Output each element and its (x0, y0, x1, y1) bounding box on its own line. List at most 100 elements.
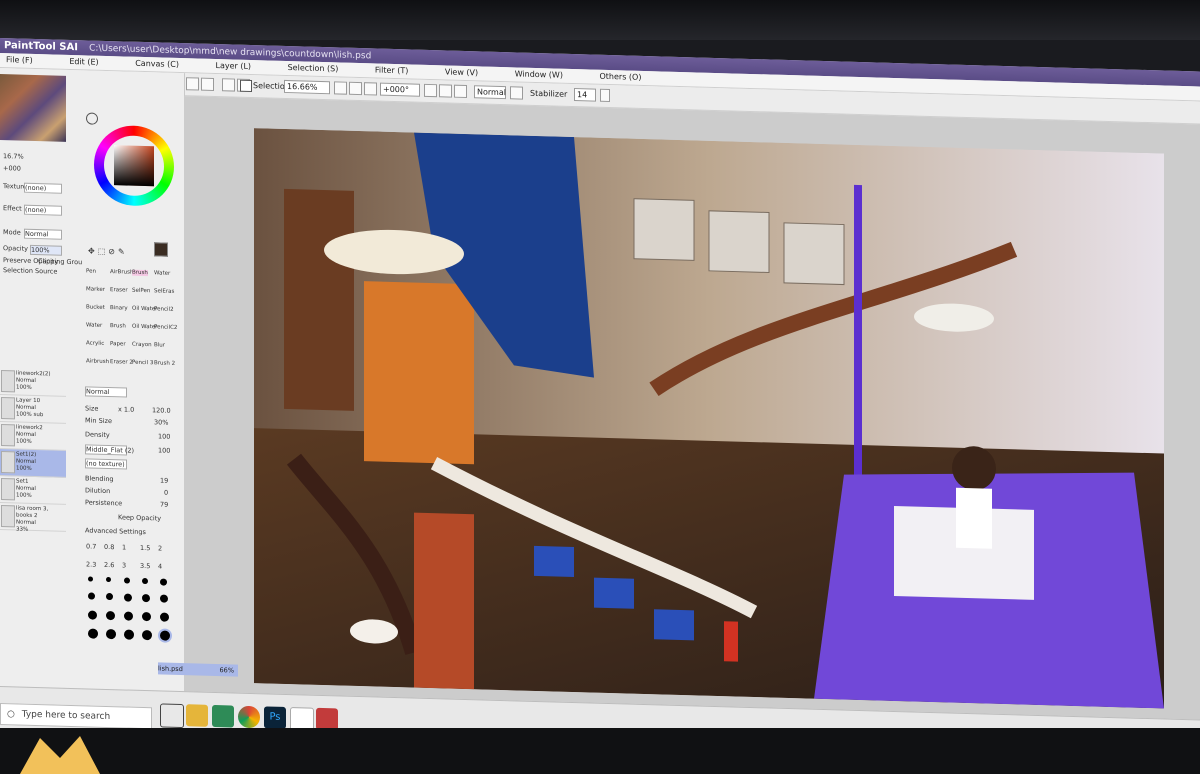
tool-pencil-3[interactable]: Pencil 3 (132, 360, 153, 367)
tool-eraser[interactable]: Eraser (110, 287, 128, 293)
task-view-icon[interactable] (160, 703, 184, 729)
rotate-reset-button[interactable] (454, 84, 467, 99)
size-multiplier[interactable]: x 1.0 (118, 405, 134, 413)
preset-size[interactable]: 1.5 (140, 544, 150, 552)
color-wheel-mode-icon[interactable] (86, 112, 98, 125)
tool-bucket[interactable]: Bucket (86, 304, 105, 311)
min-size-value[interactable]: 30% (154, 418, 168, 426)
preset-dot[interactable] (124, 593, 132, 602)
navigator-thumbnail[interactable] (0, 74, 66, 142)
preset-dot[interactable] (106, 610, 115, 621)
layer-row-selected[interactable]: Set1(2) Normal 100% (0, 449, 66, 478)
preset-dot[interactable] (160, 578, 167, 586)
clipping-group-checkbox[interactable]: Clipping Group (38, 257, 83, 266)
tool-marker[interactable]: Marker (86, 286, 105, 293)
brush-shape-amount[interactable]: 100 (158, 446, 170, 454)
preset-dot[interactable] (106, 576, 111, 583)
color-wheel[interactable] (94, 124, 174, 207)
preset-size[interactable]: 2 (158, 544, 162, 552)
size-value[interactable]: 120.0 (152, 406, 171, 415)
texture-select[interactable]: (none) (24, 182, 62, 194)
preset-dot[interactable] (160, 594, 168, 603)
dilution-value[interactable]: 0 (164, 489, 168, 497)
tool-crayon[interactable]: Crayon (132, 342, 152, 349)
tool-water-2[interactable]: Water (86, 322, 102, 328)
density-value[interactable]: 100 (158, 432, 170, 440)
preset-dot[interactable] (160, 612, 169, 622)
artwork-canvas[interactable] (254, 128, 1164, 709)
preset-dot[interactable] (124, 611, 133, 621)
menu-window[interactable]: Window (W) (515, 67, 563, 82)
tool-airbrush-2[interactable]: Airbrush (86, 358, 109, 365)
rotate-right-button[interactable] (439, 84, 452, 98)
chrome-icon[interactable] (238, 705, 260, 729)
selection-checkbox[interactable] (240, 79, 252, 93)
brush-mode-select[interactable]: Normal (85, 386, 127, 398)
preset-dot[interactable] (124, 629, 134, 640)
document-tab[interactable]: lish.psd 66% (158, 662, 238, 677)
preset-size[interactable]: 0.8 (104, 543, 114, 551)
nav-zoom-value[interactable]: 16.7% (3, 152, 24, 161)
layer-row[interactable]: Layer 10 Normal 100% sub (0, 395, 66, 424)
tool-brush-2[interactable]: Brush (110, 323, 126, 329)
nav-angle-value[interactable]: +000 (3, 164, 21, 172)
layer-row[interactable]: linework2(2) Normal 100% (0, 368, 66, 397)
tool-blur[interactable]: Blur (154, 342, 165, 348)
zoom-in-button[interactable] (334, 81, 347, 95)
keep-opacity-checkbox[interactable]: Keep Opacity (118, 513, 161, 522)
redo-button[interactable] (201, 77, 214, 91)
preset-dot[interactable] (142, 593, 150, 603)
tool-pen[interactable]: Pen (86, 268, 96, 274)
preset-dot[interactable] (142, 629, 152, 641)
menu-view[interactable]: View (V) (445, 65, 478, 80)
advanced-settings-toggle[interactable]: Advanced Settings (85, 526, 146, 536)
app-icon[interactable] (212, 704, 234, 728)
rotation-field[interactable]: +000° (380, 82, 420, 97)
stabilizer-dropdown[interactable] (600, 88, 610, 103)
menu-selection[interactable]: Selection (S) (288, 61, 339, 76)
preset-dot[interactable] (88, 628, 98, 639)
tool-pencil2[interactable]: Pencil2 (154, 306, 174, 313)
zoom-reset-button[interactable] (364, 82, 377, 96)
preset-size[interactable]: 1 (122, 543, 126, 551)
tool-acrylic[interactable]: Acrylic (86, 340, 104, 347)
blending-value[interactable]: 19 (160, 476, 168, 484)
undo-button[interactable] (186, 77, 199, 91)
tool-seleras[interactable]: SelEras (154, 288, 174, 295)
tool-pencilc2[interactable]: PencilC2 (154, 324, 177, 331)
brush-shape-select[interactable]: Middle_Flat (2) (85, 444, 134, 456)
opacity-slider[interactable]: 100% (30, 244, 62, 256)
preset-size[interactable]: 0.7 (86, 542, 96, 550)
transform-tools-icon[interactable]: ✥⬚⊘✎ (88, 246, 128, 256)
file-explorer-icon[interactable] (186, 704, 208, 727)
menu-others[interactable]: Others (O) (600, 70, 642, 85)
saturation-value-square[interactable] (114, 145, 154, 187)
flip-horizontal-button[interactable] (510, 86, 523, 100)
canvas-area[interactable] (184, 96, 1200, 725)
layer-row[interactable]: lisa room 3, books 2 Normal 33% (0, 503, 66, 533)
preset-dot-selected[interactable] (160, 630, 170, 641)
zoom-field[interactable]: 16.66% (284, 79, 330, 95)
brush-texture-select[interactable]: (no texture) (85, 458, 127, 470)
preset-dot[interactable] (106, 592, 113, 601)
preset-dot[interactable] (88, 610, 97, 620)
layer-row[interactable]: linework2 Normal 100% (0, 422, 66, 451)
blend-mode-field[interactable]: Normal (474, 85, 506, 100)
menu-layer[interactable]: Layer (L) (216, 59, 252, 74)
menu-edit[interactable]: Edit (E) (69, 55, 98, 70)
tool-brush-3[interactable]: Brush 2 (154, 360, 175, 367)
preset-size[interactable]: 2.3 (86, 560, 96, 568)
mode-select[interactable]: Normal (24, 228, 62, 240)
preset-size[interactable]: 3 (122, 561, 126, 569)
tool-brush[interactable]: Brush (132, 269, 148, 277)
preset-dot[interactable] (124, 577, 130, 584)
tool-airbrush[interactable]: AirBrush (110, 269, 133, 276)
deselect-button[interactable] (222, 78, 235, 92)
zoom-out-button[interactable] (349, 81, 362, 96)
tool-eraser-2[interactable]: Eraser 2 (110, 359, 133, 366)
taskbar-search[interactable]: ○ Type here to search (0, 703, 152, 730)
preset-dot[interactable] (106, 628, 116, 640)
preset-size[interactable]: 2.6 (104, 561, 114, 569)
primary-color-swatch[interactable] (154, 242, 168, 257)
menu-filter[interactable]: Filter (T) (375, 63, 408, 78)
